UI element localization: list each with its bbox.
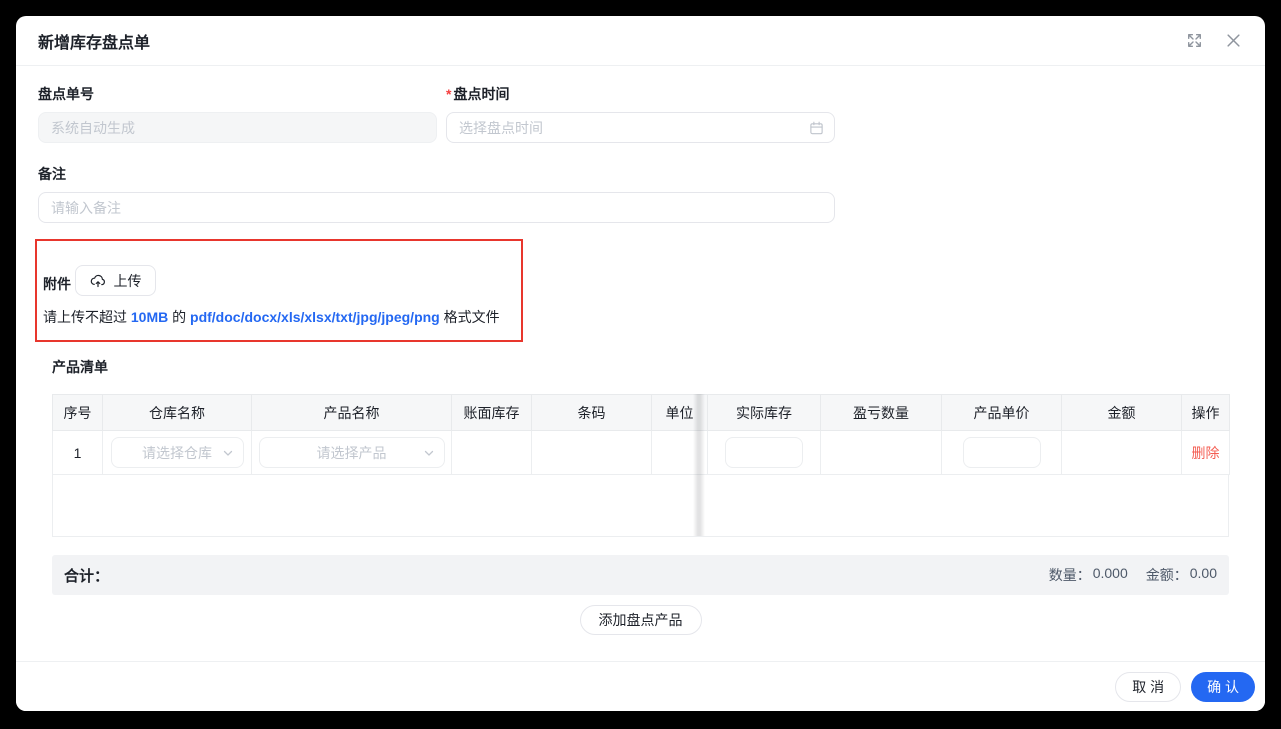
time-input[interactable]	[446, 112, 835, 143]
table-empty-area	[52, 475, 1229, 537]
table-row: 1 请选择仓库 请	[53, 431, 1230, 475]
upload-button-label: 上传	[113, 271, 141, 291]
col-header-actual-stock: 实际库存	[708, 395, 821, 431]
summary-amount-value: 0.00	[1190, 565, 1217, 585]
product-list-title: 产品清单	[52, 357, 1229, 377]
calendar-icon[interactable]	[809, 120, 824, 135]
product-select-placeholder: 请选择产品	[317, 443, 387, 463]
barcode-cell	[532, 431, 652, 475]
unit-price-input[interactable]	[963, 437, 1041, 468]
close-icon[interactable]	[1224, 31, 1243, 50]
summary-bar: 合计： 数量：0.000 金额：0.00	[52, 555, 1229, 595]
add-product-button[interactable]: 添加盘点产品	[580, 605, 702, 635]
col-header-barcode: 条码	[532, 395, 652, 431]
add-stocktaking-modal: 新增库存盘点单 盘点单号	[16, 16, 1265, 711]
attachment-highlight-box: 附件 上传 请上传不超过 10MB 的 pdf/doc/docx/xls/xls…	[35, 239, 523, 342]
col-header-product: 产品名称	[252, 395, 452, 431]
actual-stock-input[interactable]	[725, 437, 803, 468]
fullscreen-icon[interactable]	[1185, 31, 1204, 50]
upload-button[interactable]: 上传	[75, 265, 156, 296]
attachment-label: 附件	[43, 276, 71, 292]
delete-row-link[interactable]: 删除	[1192, 445, 1220, 461]
row-index: 1	[53, 431, 103, 475]
table-header-row: 序号 仓库名称 产品名称 账面库存 条码 单位 实际库存 盈亏数量 产品单价 金…	[53, 395, 1230, 431]
profit-loss-qty-cell	[821, 431, 942, 475]
col-header-book-stock: 账面库存	[452, 395, 532, 431]
upload-tip-size: 10MB	[131, 309, 168, 325]
chevron-down-icon	[222, 447, 234, 459]
chevron-down-icon	[423, 447, 435, 459]
order-no-label: 盘点单号	[38, 86, 437, 102]
order-no-input[interactable]	[38, 112, 437, 143]
required-asterisk: *	[446, 86, 451, 102]
book-stock-cell	[452, 431, 532, 475]
col-header-amount: 金额	[1062, 395, 1182, 431]
modal-footer: 取 消 确 认	[16, 661, 1265, 711]
col-header-profit-loss-qty: 盈亏数量	[821, 395, 942, 431]
modal-title: 新增库存盘点单	[38, 29, 150, 53]
modal-body: 盘点单号 *盘点时间	[16, 66, 1265, 635]
col-header-unit: 单位	[652, 395, 708, 431]
cancel-button[interactable]: 取 消	[1115, 672, 1181, 702]
warehouse-select[interactable]: 请选择仓库	[111, 437, 244, 468]
modal-header: 新增库存盘点单	[16, 16, 1265, 66]
warehouse-select-placeholder: 请选择仓库	[142, 443, 212, 463]
remark-label: 备注	[38, 166, 1243, 182]
upload-tip: 请上传不超过 10MB 的 pdf/doc/docx/xls/xlsx/txt/…	[43, 308, 515, 326]
product-list-section: 产品清单 序号 仓库名称 产品名称 账面库存	[52, 357, 1229, 635]
confirm-button[interactable]: 确 认	[1191, 672, 1255, 702]
product-select[interactable]: 请选择产品	[259, 437, 445, 468]
col-header-index: 序号	[53, 395, 103, 431]
product-table: 序号 仓库名称 产品名称 账面库存 条码 单位 实际库存 盈亏数量 产品单价 金…	[52, 394, 1229, 537]
col-header-warehouse: 仓库名称	[103, 395, 252, 431]
summary-amount: 金额：0.00	[1146, 565, 1217, 585]
time-label: *盘点时间	[446, 86, 835, 102]
upload-cloud-icon	[90, 273, 106, 289]
remark-input[interactable]	[38, 192, 835, 223]
col-header-unit-price: 产品单价	[942, 395, 1062, 431]
summary-total-label: 合计：	[64, 565, 109, 586]
amount-cell	[1062, 431, 1182, 475]
col-header-action: 操作	[1182, 395, 1230, 431]
upload-tip-formats: pdf/doc/docx/xls/xlsx/txt/jpg/jpeg/png	[190, 309, 440, 325]
unit-cell	[652, 431, 708, 475]
summary-qty-value: 0.000	[1093, 565, 1128, 585]
summary-qty: 数量：0.000	[1049, 565, 1128, 585]
